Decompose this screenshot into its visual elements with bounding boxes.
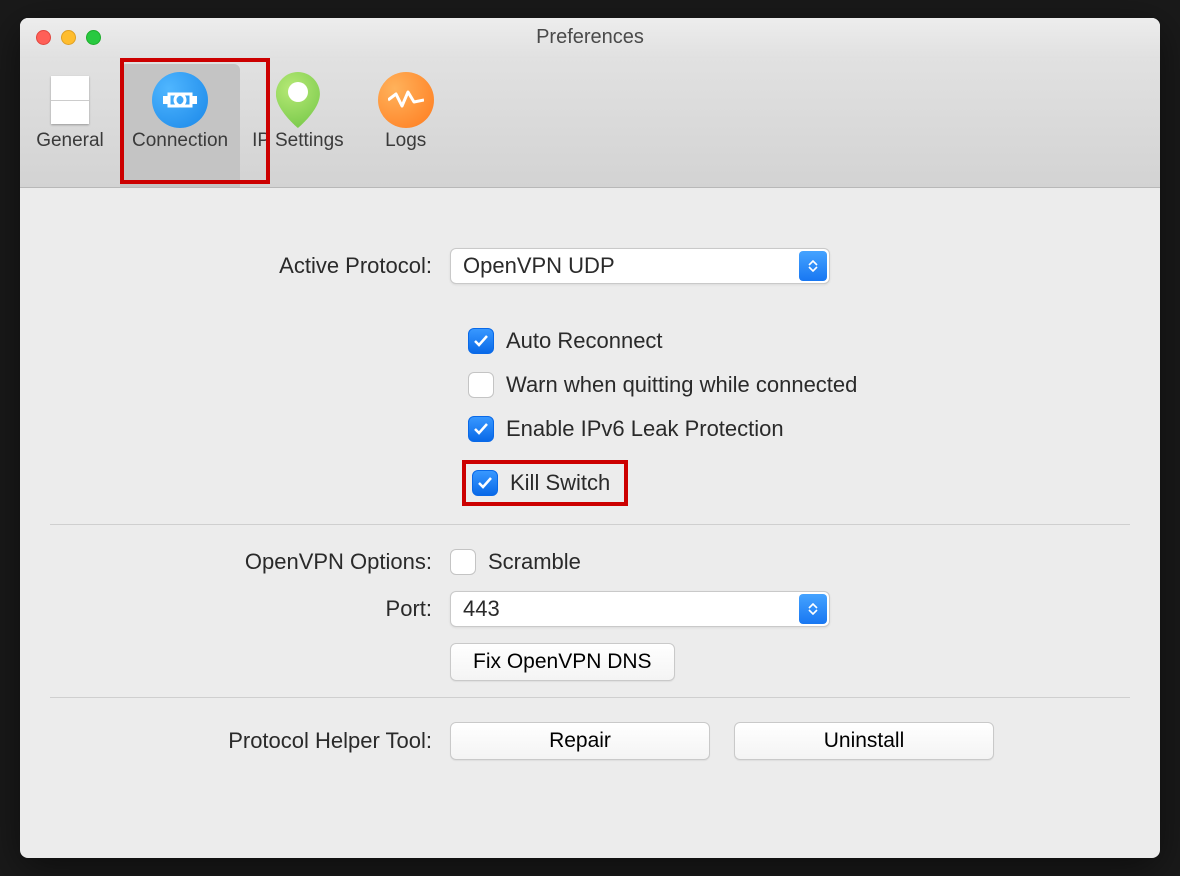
warn-quit-label: Warn when quitting while connected bbox=[506, 372, 857, 398]
logs-icon bbox=[376, 70, 436, 130]
kill-switch-label: Kill Switch bbox=[510, 470, 610, 496]
tab-general[interactable]: General bbox=[20, 64, 120, 187]
auto-reconnect-label: Auto Reconnect bbox=[506, 328, 663, 354]
row-fix-dns: Fix OpenVPN DNS bbox=[50, 643, 1130, 681]
auto-reconnect-checkbox[interactable] bbox=[468, 328, 494, 354]
tab-general-label: General bbox=[36, 130, 104, 152]
active-protocol-select[interactable]: OpenVPN UDP bbox=[450, 248, 830, 284]
openvpn-options-label: OpenVPN Options: bbox=[50, 549, 450, 575]
fix-openvpn-dns-button[interactable]: Fix OpenVPN DNS bbox=[450, 643, 675, 681]
row-helper-tool: Protocol Helper Tool: Repair Uninstall bbox=[50, 722, 1130, 760]
ipv6-leak-checkbox[interactable] bbox=[468, 416, 494, 442]
uninstall-label: Uninstall bbox=[824, 729, 905, 753]
kill-switch-checkbox[interactable] bbox=[472, 470, 498, 496]
divider-2 bbox=[50, 697, 1130, 698]
content: Active Protocol: OpenVPN UDP Auto Reconn… bbox=[20, 188, 1160, 858]
ipv6-leak-label: Enable IPv6 Leak Protection bbox=[506, 416, 784, 442]
helper-tool-label: Protocol Helper Tool: bbox=[50, 728, 450, 754]
tab-ip-settings-label: IP Settings bbox=[252, 130, 344, 152]
active-protocol-value: OpenVPN UDP bbox=[463, 253, 615, 279]
tab-logs[interactable]: Logs bbox=[356, 64, 456, 187]
select-arrows-icon bbox=[799, 594, 827, 624]
row-auto-reconnect: Auto Reconnect bbox=[468, 328, 1130, 354]
row-active-protocol: Active Protocol: OpenVPN UDP bbox=[50, 248, 1130, 284]
port-select[interactable]: 443 bbox=[450, 591, 830, 627]
connection-icon bbox=[150, 70, 210, 130]
tab-connection-label: Connection bbox=[132, 130, 228, 152]
port-label: Port: bbox=[50, 596, 450, 622]
tab-ip-settings[interactable]: IP Settings bbox=[240, 64, 356, 187]
row-port: Port: 443 bbox=[50, 591, 1130, 627]
row-kill-switch: Kill Switch bbox=[462, 460, 1130, 506]
divider-1 bbox=[50, 524, 1130, 525]
row-ipv6-leak: Enable IPv6 Leak Protection bbox=[468, 416, 1130, 442]
row-warn-quit: Warn when quitting while connected bbox=[468, 372, 1130, 398]
window-title: Preferences bbox=[20, 26, 1160, 49]
uninstall-button[interactable]: Uninstall bbox=[734, 722, 994, 760]
port-value: 443 bbox=[463, 596, 500, 622]
row-openvpn-options: OpenVPN Options: Scramble bbox=[50, 549, 1130, 575]
fix-dns-label: Fix OpenVPN DNS bbox=[473, 650, 652, 674]
toolbar: General Connection IP Settings bbox=[20, 58, 1160, 188]
preferences-window: Preferences General Connection bbox=[20, 18, 1160, 858]
select-arrows-icon bbox=[799, 251, 827, 281]
tab-logs-label: Logs bbox=[385, 130, 426, 152]
warn-quit-checkbox[interactable] bbox=[468, 372, 494, 398]
titlebar: Preferences bbox=[20, 18, 1160, 58]
active-protocol-label: Active Protocol: bbox=[50, 253, 450, 279]
scramble-checkbox[interactable] bbox=[450, 549, 476, 575]
tab-connection[interactable]: Connection bbox=[120, 64, 240, 187]
ip-settings-icon bbox=[268, 70, 328, 130]
repair-button[interactable]: Repair bbox=[450, 722, 710, 760]
scramble-label: Scramble bbox=[488, 549, 581, 575]
repair-label: Repair bbox=[549, 729, 611, 753]
annotation-highlight-kill-switch: Kill Switch bbox=[462, 460, 628, 506]
general-icon bbox=[40, 70, 100, 130]
